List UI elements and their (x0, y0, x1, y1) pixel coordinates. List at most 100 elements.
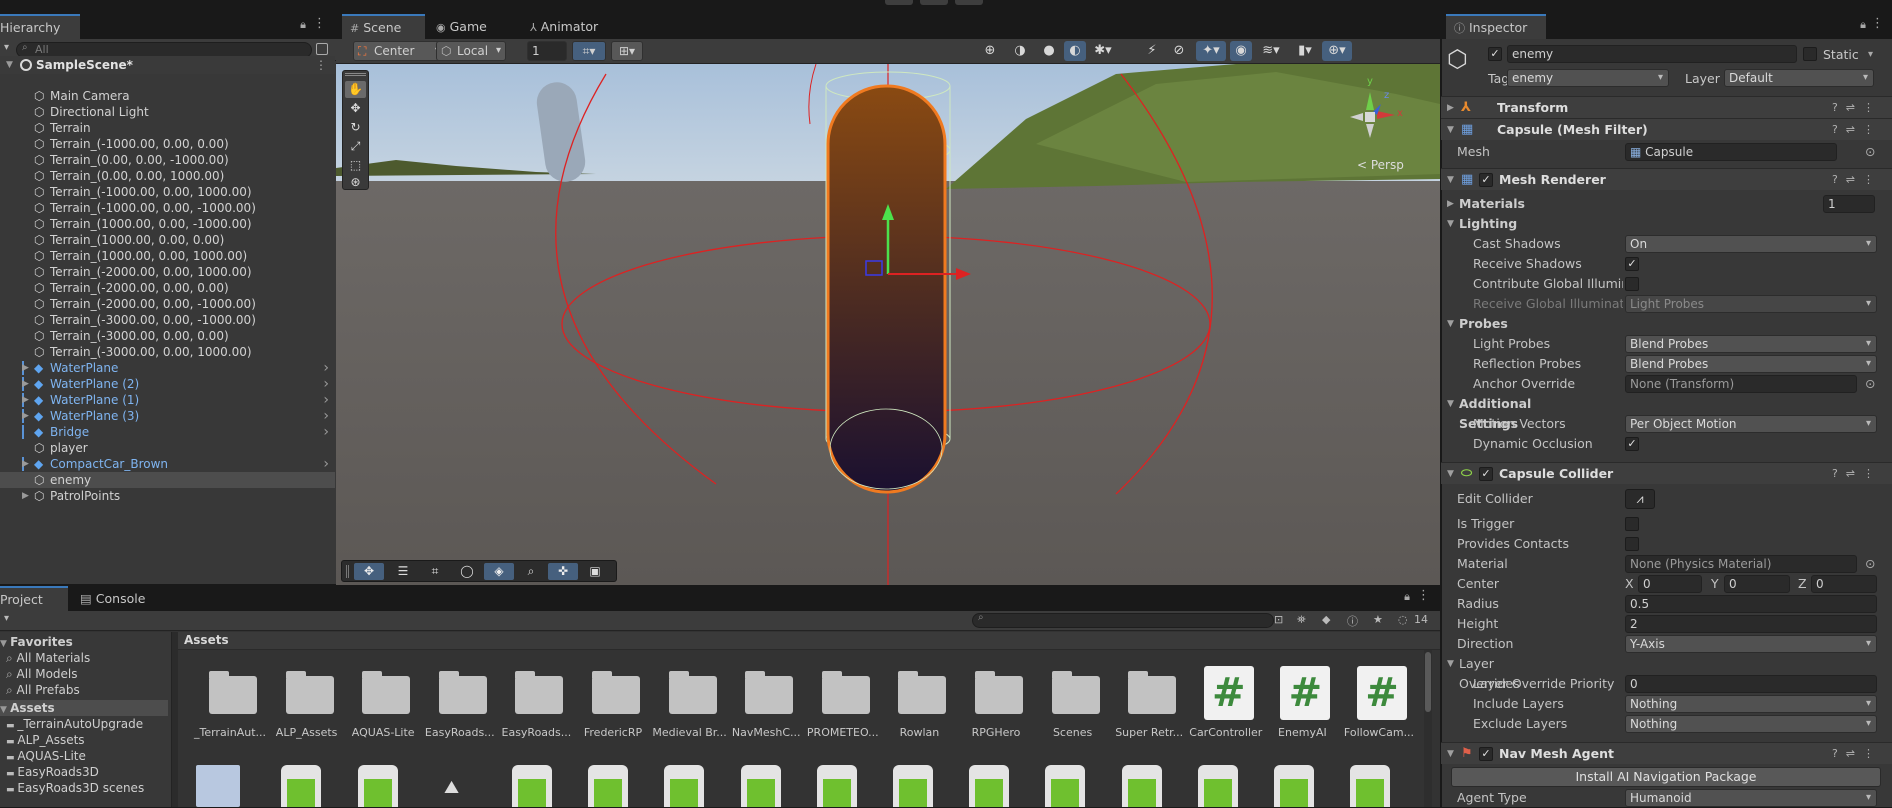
prefab-open-icon[interactable]: › (323, 456, 329, 472)
hierarchy-item[interactable]: ⬡ Main Camera (0, 88, 335, 104)
overlay-grid-icon[interactable]: ⌗ (420, 563, 450, 580)
hierarchy-item[interactable]: ⬡ Terrain_(-3000.00, 0.00, -1000.00) (0, 312, 335, 328)
prefab-open-icon[interactable]: › (323, 424, 329, 440)
nav-mesh-agent-enabled-checkbox[interactable]: ✓ (1479, 747, 1493, 761)
visibility-icon[interactable]: ◉ (1230, 41, 1252, 61)
step-button[interactable] (955, 0, 983, 5)
draw-mode-icon[interactable]: ◑ (1009, 41, 1031, 61)
hierarchy-item[interactable]: ⬡ enemy (0, 472, 335, 488)
folder-asset[interactable]: EasyRoads... (420, 666, 496, 742)
prefab-open-icon[interactable]: › (323, 392, 329, 408)
layers-icon[interactable]: ≋▾ (1256, 41, 1286, 61)
tab-console[interactable]: ▤ Console (72, 586, 153, 611)
anim-asset-icon[interactable] (817, 765, 857, 807)
rotate-tool-icon[interactable]: ↻ (345, 119, 366, 136)
is-trigger-checkbox[interactable] (1625, 517, 1639, 531)
space-dropdown[interactable]: ⬡ Local ▾ (436, 41, 506, 61)
include-layers-dropdown[interactable]: Nothing (1625, 695, 1877, 713)
nav-mesh-agent-header[interactable]: ▼ ⚑ ✓ Nav Mesh Agent ?⇌⋮ (1441, 742, 1892, 764)
anim-asset-icon[interactable] (893, 765, 933, 807)
overlay-align-icon[interactable]: ☰ (388, 563, 418, 580)
anim-asset-icon[interactable] (969, 765, 1009, 807)
layer-override-priority-field[interactable]: 0 (1625, 675, 1877, 693)
move-tool-icon[interactable]: ✥ (345, 100, 366, 117)
hierarchy-item[interactable]: ⬡ Terrain_(-3000.00, 0.00, 0.00) (0, 328, 335, 344)
play-button[interactable] (885, 0, 913, 5)
scrollbar-thumb[interactable] (1425, 652, 1431, 712)
hierarchy-item[interactable]: ⬡ Terrain (0, 120, 335, 136)
component-menu-icons[interactable]: ?⇌⋮ (1832, 463, 1882, 485)
asset-folder-item[interactable]: ▬ ALP_Assets (0, 732, 168, 748)
hierarchy-item[interactable]: ⬡ player (0, 440, 335, 456)
anim-asset-icon[interactable] (1122, 765, 1162, 807)
mesh-renderer-enabled-checkbox[interactable]: ✓ (1479, 173, 1493, 187)
hierarchy-item[interactable]: ⬡ Terrain_(-1000.00, 0.00, -1000.00) (0, 200, 335, 216)
anim-asset-icon[interactable] (358, 765, 398, 807)
grid-size-input[interactable]: 1 (527, 41, 567, 61)
terrain-layer-icon[interactable]: ⛰ (444, 777, 474, 801)
label-icon[interactable]: ◆ (1322, 613, 1330, 626)
prefab-open-icon[interactable]: › (323, 376, 329, 392)
hierarchy-item[interactable]: ▶ ◆ CompactCar_Brown › (0, 456, 335, 472)
cast-shadows-dropdown[interactable]: On (1625, 235, 1877, 253)
hierarchy-item[interactable]: ▶ ◆ WaterPlane (1) › (0, 392, 335, 408)
folder-asset[interactable]: AQUAS-Lite (343, 666, 419, 742)
overlay-move-icon[interactable]: ✥ (354, 563, 384, 580)
receive-shadows-checkbox[interactable]: ✓ (1625, 257, 1639, 271)
component-menu-icons[interactable]: ?⇌⋮ (1832, 169, 1882, 191)
hidden-packages-icon[interactable]: ◌ (1398, 613, 1408, 626)
more-menu-icon[interactable]: ⋮ (1871, 16, 1884, 31)
audio-toggle-icon[interactable]: ⊘ (1168, 41, 1190, 61)
2d-toggle-icon[interactable]: ⚡ (1141, 41, 1163, 61)
fold-closed-icon[interactable]: ▶ (22, 488, 29, 504)
edit-collider-button[interactable]: ⩘ (1625, 489, 1655, 509)
material-field[interactable]: None (Physics Material) (1625, 555, 1857, 573)
more-menu-icon[interactable]: ⋮ (313, 16, 326, 31)
reflection-probes-dropdown[interactable]: Blend Probes (1625, 355, 1877, 373)
hierarchy-item[interactable]: ⬡ Terrain_(1000.00, 0.00, 1000.00) (0, 248, 335, 264)
create-dropdown-icon[interactable]: ▾ (4, 613, 9, 624)
hierarchy-item[interactable]: ⬡ Directional Light (0, 104, 335, 120)
prefab-asset-icon[interactable] (196, 765, 240, 807)
overlay-points-icon[interactable]: ✜ (548, 563, 578, 580)
folder-asset[interactable]: RPGHero (956, 666, 1032, 742)
component-menu-icons[interactable]: ?⇌⋮ (1832, 119, 1882, 141)
anim-asset-icon[interactable] (664, 765, 704, 807)
asset-folder-item[interactable]: ▬ EasyRoads3D scenes (0, 780, 168, 796)
center-z-field[interactable]: 0 (1811, 575, 1877, 593)
hierarchy-item[interactable]: ▶ ⬡ PatrolPoints (0, 488, 335, 504)
asset-folder-item[interactable]: ▬ AQUAS-Lite (0, 748, 168, 764)
object-picker-icon[interactable]: ⊙ (1865, 142, 1875, 162)
anim-asset-icon[interactable] (588, 765, 628, 807)
camera-icon[interactable]: ▮▾ (1290, 41, 1320, 61)
hierarchy-item[interactable]: ⬡ Terrain_(-3000.00, 0.00, 1000.00) (0, 344, 335, 360)
hierarchy-item[interactable]: ⬡ Terrain_(-1000.00, 0.00, 0.00) (0, 136, 335, 152)
anim-asset-icon[interactable] (281, 765, 321, 807)
grid-snap-button[interactable]: ⌗▾ (572, 41, 606, 61)
orientation-gizmo[interactable]: y x z (1335, 76, 1405, 152)
exclude-layers-dropdown[interactable]: Nothing (1625, 715, 1877, 733)
folder-asset[interactable]: _TerrainAut... (190, 666, 266, 742)
info-icon[interactable]: ⓘ (1347, 613, 1358, 629)
transform-header[interactable]: ▶ ⅄ Transform ?⇌⋮ (1441, 96, 1892, 118)
hierarchy-item[interactable]: ⬡ Terrain_(0.00, 0.00, -1000.00) (0, 152, 335, 168)
pause-button[interactable] (920, 0, 948, 5)
hand-tool-icon[interactable]: ✋ (345, 81, 366, 98)
install-ai-navigation-button[interactable]: Install AI Navigation Package (1451, 767, 1881, 787)
prefab-open-icon[interactable]: › (323, 408, 329, 424)
tab-hierarchy[interactable]: Hierarchy (0, 14, 80, 39)
assets-root-row[interactable]: ▼ Assets (0, 700, 168, 716)
debug-icon[interactable]: ✱▾ (1092, 41, 1114, 61)
static-checkbox[interactable] (1803, 47, 1817, 61)
asset-folder-item[interactable]: ▬ _TerrainAutoUpgrade (0, 716, 168, 732)
object-name-input[interactable]: enemy (1507, 45, 1797, 63)
folder-asset[interactable]: Scenes (1033, 666, 1109, 742)
folder-asset[interactable]: Super Retr... (1109, 666, 1185, 742)
palette-drag-handle[interactable] (345, 73, 366, 76)
lighting-toggle-icon[interactable]: ◐ (1064, 41, 1086, 61)
static-dropdown-icon[interactable]: ▾ (1868, 45, 1873, 65)
object-picker-icon[interactable]: ⊙ (1865, 374, 1875, 394)
search-by-type-icon[interactable]: ⊡ (1274, 613, 1283, 626)
filter-icon[interactable]: ⛯ (1297, 613, 1306, 627)
more-menu-icon[interactable]: ⋮ (1417, 588, 1430, 603)
